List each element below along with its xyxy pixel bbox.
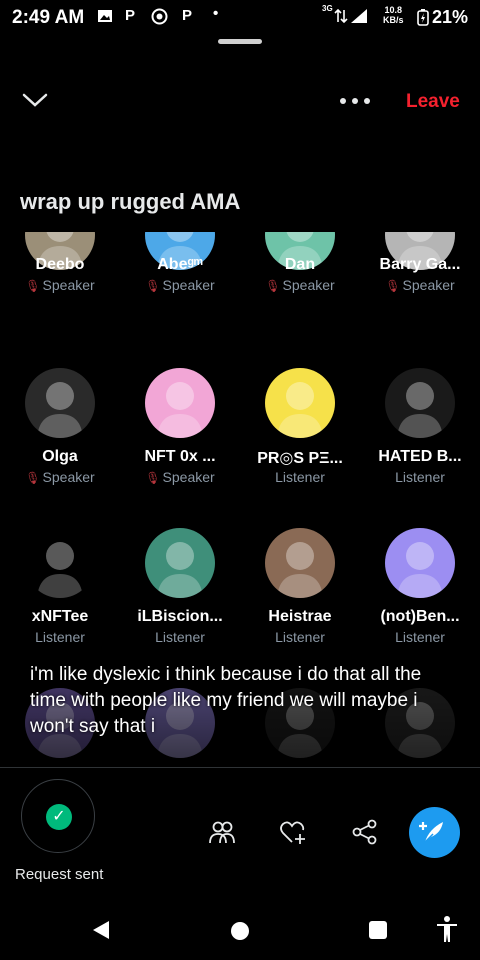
participant-role: 🎙 Speaker <box>0 277 120 293</box>
participant-name: PR◎S PΞ... <box>257 450 343 467</box>
mic-muted-icon: 🎙 <box>385 279 401 293</box>
net-speed: 10.8 KB/s <box>383 5 404 25</box>
compose-icon <box>419 822 443 843</box>
participant-role: 🎙 Speaker <box>240 277 360 293</box>
avatar[interactable] <box>385 528 455 598</box>
heart-plus-icon[interactable] <box>279 818 307 846</box>
avatar[interactable] <box>265 368 335 438</box>
participant-cell[interactable]: Deebo 🎙 Speaker <box>0 232 120 320</box>
participant-name: NFT 0x ... <box>144 448 216 465</box>
participant-role: 🎙 Speaker <box>120 277 240 293</box>
participant-cell[interactable]: Abeᵍᵐ 🎙 Speaker <box>120 232 240 320</box>
participant-cell[interactable]: Barry Ga... 🎙 Speaker <box>360 232 480 320</box>
role-label: Speaker <box>42 469 95 485</box>
role-label: Listener <box>395 629 445 645</box>
participant-role: Listener <box>240 469 360 485</box>
mic-muted-icon: 🎙 <box>265 279 281 293</box>
space-title: wrap up rugged AMA <box>20 189 241 214</box>
role-label: Listener <box>275 469 325 485</box>
request-label: Request sent <box>15 866 104 883</box>
mic-muted-icon: 🎙 <box>145 471 161 485</box>
battery-charging-icon <box>417 9 429 26</box>
participant-role: 🎙 Speaker <box>0 469 120 485</box>
participant-name: Heistrae <box>268 608 332 625</box>
participant-role: 🎙 Speaker <box>360 277 480 293</box>
p-icon: P <box>182 7 193 24</box>
participant-cell[interactable]: (not)Ben... Listener <box>360 528 480 648</box>
participant-name: iLBiscion... <box>137 608 223 625</box>
chevron-down-icon[interactable] <box>22 90 48 110</box>
participant-cell[interactable]: HATED B... Listener <box>360 368 480 488</box>
signal-icon <box>351 9 367 23</box>
status-bar: 2:49 AM P P • 3G 10.8 KB/s 21% <box>0 0 480 34</box>
participant-name: HATED B... <box>378 448 462 465</box>
participant-cell[interactable]: Heistrae Listener <box>240 528 360 648</box>
role-label: Speaker <box>42 277 95 293</box>
participant-cell[interactable]: Olga 🎙 Speaker <box>0 368 120 488</box>
role-label: Listener <box>155 629 205 645</box>
participant-cell[interactable]: xNFTee Listener <box>0 528 120 648</box>
avatar[interactable] <box>145 528 215 598</box>
role-label: Speaker <box>162 469 215 485</box>
p-icon: P <box>125 7 136 24</box>
nav-home-button[interactable] <box>231 922 249 940</box>
avatar[interactable] <box>385 368 455 438</box>
drag-handle[interactable] <box>218 39 262 44</box>
more-options-icon[interactable] <box>338 94 372 108</box>
people-icon[interactable] <box>208 818 236 846</box>
compose-button[interactable] <box>409 807 460 858</box>
data-arrows-icon <box>334 8 348 24</box>
role-label: Speaker <box>282 277 335 293</box>
mic-muted-icon: 🎙 <box>145 279 161 293</box>
participant-name: xNFTee <box>31 608 89 625</box>
role-label: Speaker <box>402 277 455 293</box>
participant-cell[interactable]: iLBiscion... Listener <box>120 528 240 648</box>
participant-role: Listener <box>120 629 240 645</box>
avatar[interactable] <box>25 368 95 438</box>
leave-button[interactable]: Leave <box>406 91 460 113</box>
status-time: 2:49 AM <box>12 7 85 28</box>
accessibility-icon[interactable] <box>436 915 458 943</box>
role-label: Listener <box>35 629 85 645</box>
whatsapp-icon <box>151 8 168 25</box>
participant-role: Listener <box>0 629 120 645</box>
participant-role: Listener <box>360 469 480 485</box>
avatar[interactable] <box>25 528 95 598</box>
participant-cell[interactable]: PR◎S PΞ... Listener <box>240 368 360 488</box>
mic-muted-icon: 🎙 <box>25 279 41 293</box>
role-label: Listener <box>395 469 445 485</box>
participant-cell[interactable]: NFT 0x ... 🎙 Speaker <box>120 368 240 488</box>
live-caption: i'm like dyslexic i think because i do t… <box>30 664 422 737</box>
role-label: Listener <box>275 629 325 645</box>
check-icon: ✓ <box>46 804 72 830</box>
participant-name: (not)Ben... <box>380 608 460 625</box>
mic-muted-icon: 🎙 <box>25 471 41 485</box>
participant-role: Listener <box>240 629 360 645</box>
divider <box>0 767 480 768</box>
participant-role: Listener <box>360 629 480 645</box>
participant-name: Abeᵍᵐ <box>157 256 203 273</box>
participant-name: Barry Ga... <box>379 256 461 273</box>
participant-cell[interactable]: Dan 🎙 Speaker <box>240 232 360 320</box>
participant-role: 🎙 Speaker <box>120 469 240 485</box>
battery-percent: 21% <box>431 7 468 27</box>
avatar[interactable] <box>145 368 215 438</box>
nav-recents-button[interactable] <box>369 921 387 939</box>
role-label: Speaker <box>162 277 215 293</box>
nav-back-button[interactable] <box>92 920 110 940</box>
dot-icon: • <box>213 5 219 22</box>
share-icon[interactable] <box>351 818 379 846</box>
avatar[interactable] <box>265 528 335 598</box>
participant-name: Dan <box>284 256 316 273</box>
photo-icon <box>98 10 112 22</box>
network-type: 3G <box>322 4 333 13</box>
participant-name: Deebo <box>35 256 85 273</box>
participant-name: Olga <box>42 448 78 465</box>
